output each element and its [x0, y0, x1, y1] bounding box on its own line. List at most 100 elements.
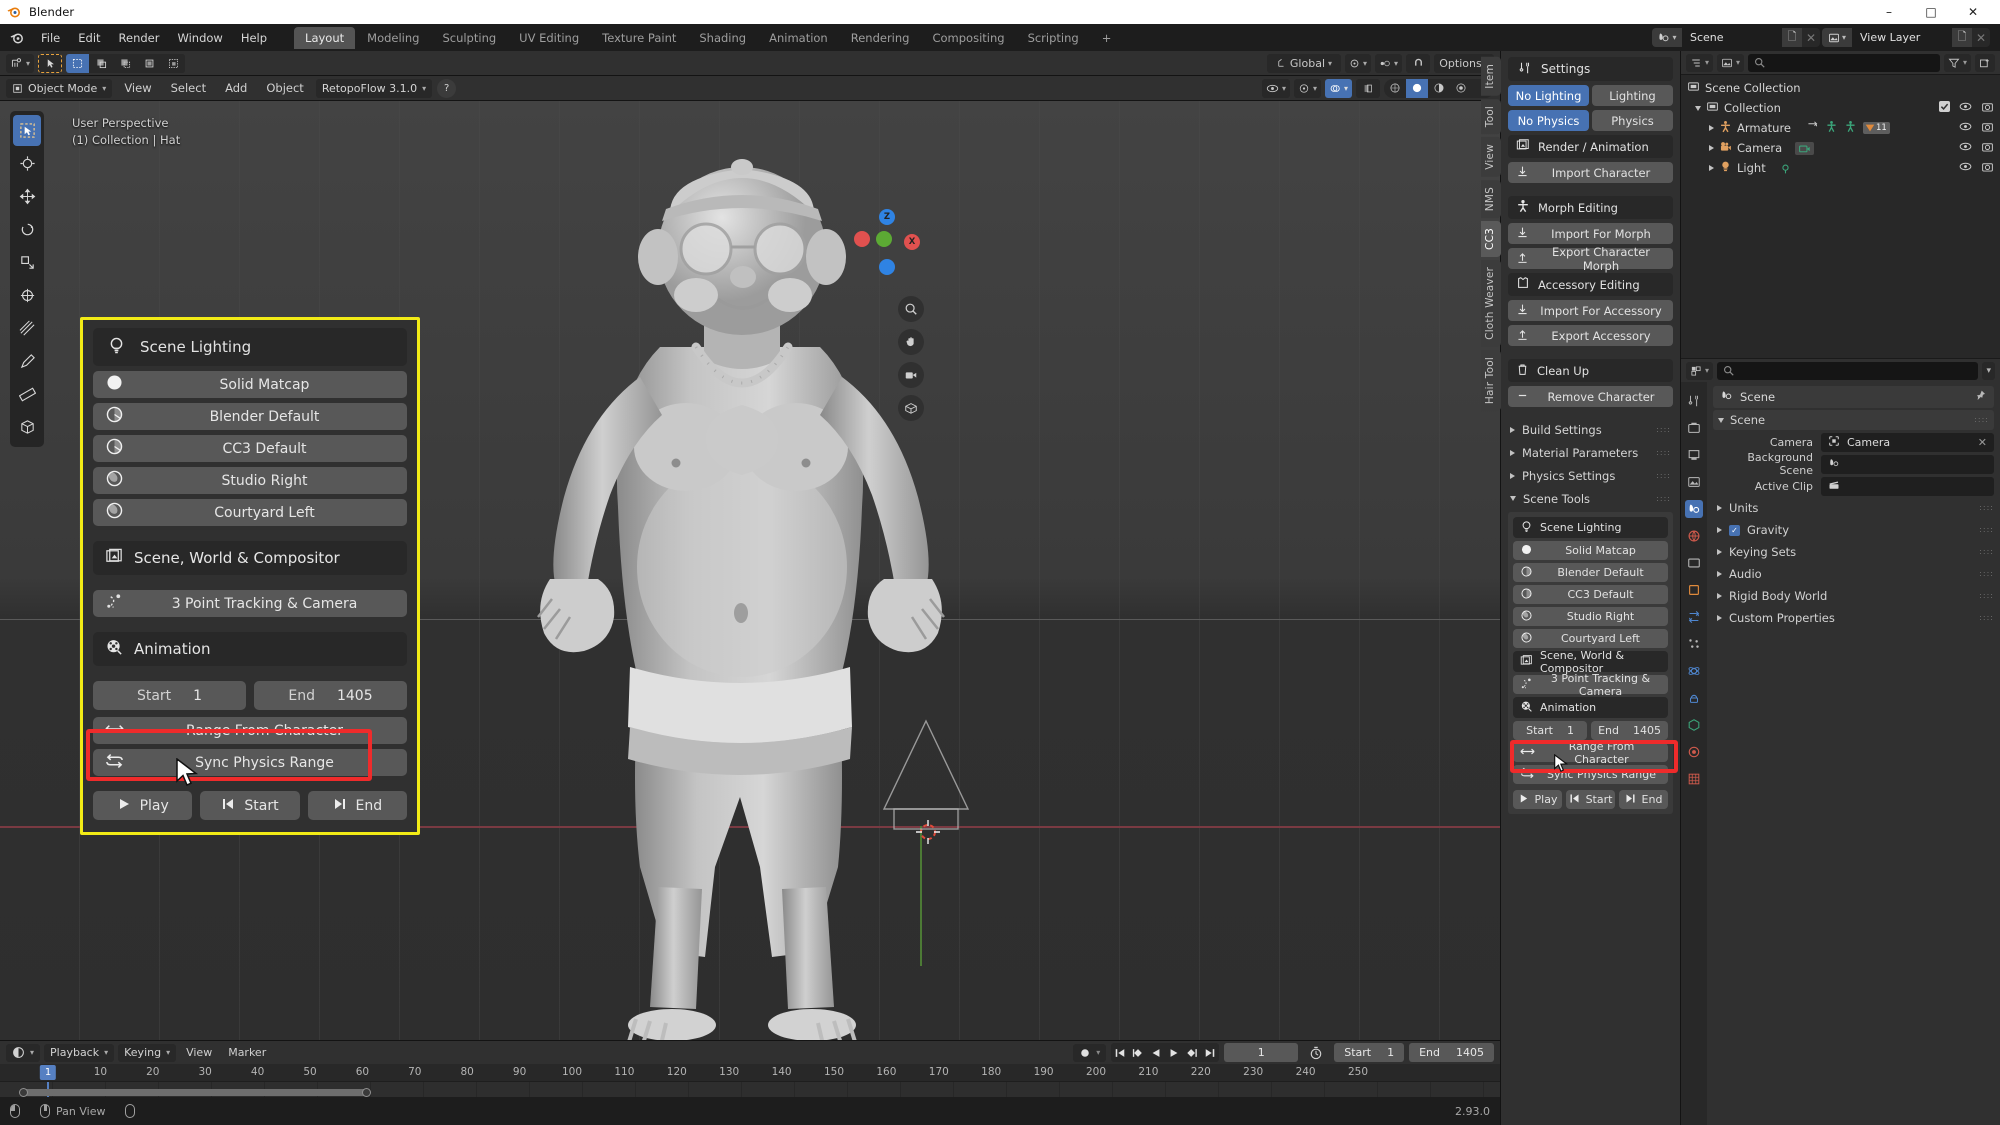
- outliner-display-mode-dropdown[interactable]: ▾: [1717, 53, 1745, 72]
- new-view-layer-button[interactable]: 🗋: [1952, 28, 1972, 47]
- timeline-menu-view[interactable]: View: [180, 1044, 218, 1061]
- sidebar-scene-lighting-header[interactable]: Scene Lighting: [1513, 517, 1668, 538]
- frame-end-field[interactable]: End 1405: [254, 681, 407, 710]
- timeline-track-area[interactable]: [0, 1082, 1500, 1098]
- character-model[interactable]: [490, 147, 1010, 1081]
- workspace-tab-sculpting[interactable]: Sculpting: [431, 27, 507, 49]
- chevron-right-icon[interactable]: [1709, 125, 1714, 131]
- properties-collapsible-custom-properties[interactable]: Custom Properties ::::: [1713, 608, 1994, 628]
- armature-data-icon[interactable]: [1844, 120, 1857, 136]
- tool-rotate-icon[interactable]: [13, 214, 41, 245]
- accessory-editing-header[interactable]: Accessory Editing: [1508, 273, 1673, 296]
- chevron-right-icon[interactable]: [1709, 165, 1714, 171]
- play-button[interactable]: Play: [93, 791, 193, 820]
- three-point-tracking-button[interactable]: 3 Point Tracking & Camera: [93, 590, 407, 617]
- properties-tab-tool[interactable]: [1685, 392, 1703, 410]
- animation-header[interactable]: Animation: [93, 632, 407, 666]
- view-layer-selector[interactable]: ▾ View Layer 🗋 ✕: [1822, 28, 1990, 47]
- gizmo-dropdown[interactable]: ▾: [1293, 78, 1321, 98]
- morph-editing-header[interactable]: Morph Editing: [1508, 196, 1673, 219]
- export-character-morph-button[interactable]: Export Character Morph: [1508, 245, 1673, 273]
- properties-collapsible-rigid-body-world[interactable]: Rigid Body World ::::: [1713, 586, 1994, 606]
- workspace-tab-texture-paint[interactable]: Texture Paint: [591, 27, 687, 49]
- workspace-tab-modeling[interactable]: Modeling: [356, 27, 430, 49]
- menu-file[interactable]: File: [32, 28, 69, 48]
- tool-move-icon[interactable]: [13, 181, 41, 212]
- tool-transform-icon[interactable]: [13, 280, 41, 311]
- properties-tab-view-layer[interactable]: [1685, 473, 1703, 491]
- properties-editor-type-dropdown[interactable]: ▾: [1686, 361, 1714, 380]
- sidebar-jump-start-button[interactable]: Start: [1566, 790, 1615, 809]
- properties-section-scene[interactable]: Scene ::::: [1713, 410, 1994, 430]
- close-button[interactable]: ✕: [1952, 0, 1994, 24]
- current-frame-field[interactable]: 1: [1224, 1043, 1299, 1062]
- tool-annotate-line-icon[interactable]: [13, 313, 41, 344]
- remove-character-button[interactable]: Remove Character: [1508, 386, 1673, 407]
- viewport-menu-object[interactable]: Object: [259, 79, 310, 97]
- properties-tab-world[interactable]: [1685, 527, 1703, 545]
- properties-collapsible-gravity[interactable]: ✓ Gravity ::::: [1713, 520, 1994, 540]
- outliner-row-light[interactable]: Light: [1681, 158, 2000, 178]
- outliner-tree[interactable]: Scene Collection Collection Armature 11 …: [1681, 75, 2000, 358]
- camera-render-icon[interactable]: [1981, 101, 1994, 116]
- sidebar-range-from-character-button[interactable]: Range From Character: [1513, 740, 1668, 766]
- menu-edit[interactable]: Edit: [69, 28, 109, 48]
- remove-view-layer-button[interactable]: ✕: [1972, 28, 1990, 47]
- properties-tab-physics[interactable]: [1685, 662, 1703, 680]
- xray-toggle-button[interactable]: [1356, 78, 1380, 98]
- sync-physics-range-button[interactable]: Sync Physics Range: [93, 749, 407, 776]
- select-intersect-icon[interactable]: [162, 53, 186, 73]
- playhead-label[interactable]: 1: [39, 1065, 57, 1080]
- timeline-menu-keying[interactable]: Keying ▾: [118, 1043, 177, 1062]
- render-animation-button[interactable]: Render / Animation: [1508, 135, 1673, 158]
- sidebar-matcap-courtyard-left[interactable]: Courtyard Left: [1513, 629, 1668, 648]
- timeline-menu-marker[interactable]: Marker: [222, 1044, 272, 1061]
- properties-collapsible-audio[interactable]: Audio ::::: [1713, 564, 1994, 584]
- blender-menu-icon[interactable]: [6, 29, 28, 47]
- lighting-button[interactable]: Lighting: [1592, 85, 1673, 106]
- sidebar-tab-tool[interactable]: Tool: [1481, 98, 1501, 134]
- properties-tab-data[interactable]: [1685, 716, 1703, 734]
- properties-tab-constraints[interactable]: [1685, 689, 1703, 707]
- sidebar-matcap-studio-right[interactable]: Studio Right: [1513, 607, 1668, 626]
- next-keyframe-icon[interactable]: [1183, 1043, 1201, 1062]
- outliner-editor-type-dropdown[interactable]: ▾: [1686, 53, 1714, 72]
- eye-icon[interactable]: [1959, 121, 1972, 135]
- camera-field-value[interactable]: Camera ✕: [1821, 432, 1994, 452]
- properties-collapsible-keying-sets[interactable]: Keying Sets ::::: [1713, 542, 1994, 562]
- overlays-dropdown[interactable]: ▾: [1324, 78, 1352, 98]
- minimize-button[interactable]: –: [1868, 0, 1910, 24]
- help-icon[interactable]: ?: [437, 78, 457, 98]
- sidebar-sync-physics-range-button[interactable]: Sync Physics Range: [1513, 765, 1668, 784]
- viewport-menu-select[interactable]: Select: [164, 79, 213, 97]
- active-tool-icon[interactable]: ▾: [6, 53, 35, 73]
- collapsible-material-parameters[interactable]: Material Parameters ::::: [1508, 443, 1673, 462]
- matcap-blender-default-button[interactable]: Blender Default: [93, 403, 407, 430]
- camera-render-icon[interactable]: [1981, 161, 1994, 176]
- workspace-tab-scripting[interactable]: Scripting: [1017, 27, 1090, 49]
- scene-selector[interactable]: ▾ Scene 🗋 ✕: [1652, 28, 1820, 47]
- workspace-tab-uv-editing[interactable]: UV Editing: [508, 27, 590, 49]
- scene-name[interactable]: Scene: [1682, 28, 1782, 47]
- timeline-ruler[interactable]: 1 10 20 30 40 50 60 70 80 90 100 110 120 130 140 150 16…: [0, 1064, 1500, 1082]
- camera-render-icon[interactable]: [1981, 121, 1994, 136]
- settings-header[interactable]: Settings: [1508, 57, 1673, 81]
- sidebar-tab-view[interactable]: View: [1481, 136, 1501, 177]
- eye-icon[interactable]: [1959, 141, 1972, 155]
- sidebar-frame-end-field[interactable]: End 1405: [1591, 721, 1668, 740]
- remove-scene-button[interactable]: ✕: [1802, 28, 1820, 47]
- 3d-viewport[interactable]: User Perspective (1) Collection | Hat Z …: [0, 101, 1500, 1093]
- properties-tab-modifiers[interactable]: [1685, 608, 1703, 626]
- auto-keying-toggle[interactable]: ▾: [1073, 1043, 1107, 1062]
- tool-add-cube-icon[interactable]: [13, 412, 41, 443]
- snap-toggle-button[interactable]: ▾: [1344, 53, 1371, 73]
- tool-select-box-icon[interactable]: [13, 115, 41, 146]
- properties-collapsible-units[interactable]: Units ::::: [1713, 498, 1994, 518]
- outliner-row-armature[interactable]: Armature 11: [1681, 118, 2000, 138]
- properties-tab-scene[interactable]: [1685, 500, 1703, 518]
- tool-cursor-icon[interactable]: [13, 148, 41, 179]
- retopoflow-dropdown[interactable]: RetopoFlow 3.1.0 ▾: [315, 78, 433, 98]
- object-mode-dropdown[interactable]: Object Mode ▾: [6, 78, 113, 98]
- sidebar-scene-world-compositor[interactable]: Scene, World & Compositor: [1513, 649, 1668, 675]
- wireframe-shading-icon[interactable]: [1384, 79, 1406, 98]
